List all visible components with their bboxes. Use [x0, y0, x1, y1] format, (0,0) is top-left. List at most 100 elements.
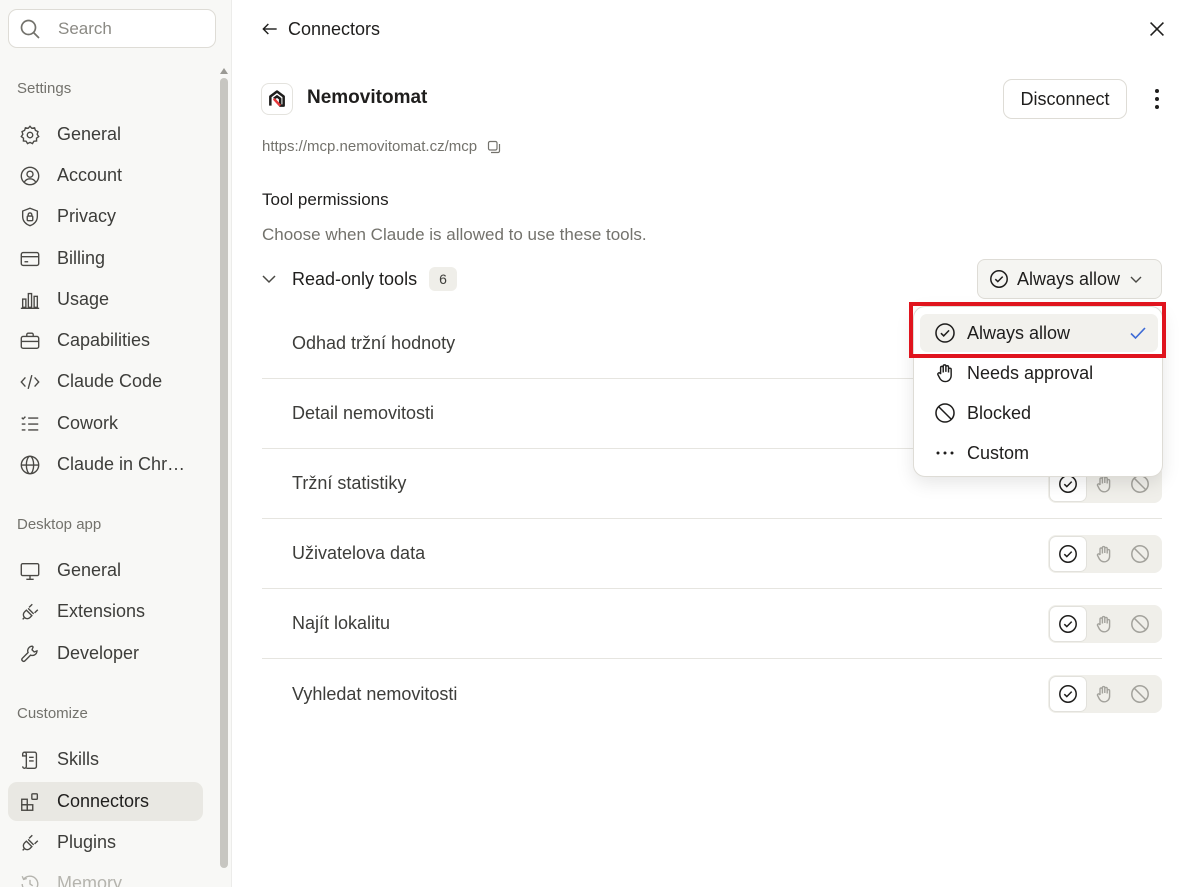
needs-approval-option[interactable] — [1086, 677, 1122, 711]
check-circle-icon — [934, 322, 956, 344]
code-icon — [19, 371, 41, 393]
check-circle-icon — [1058, 614, 1078, 634]
sidebar-item-privacy[interactable]: Privacy — [8, 197, 203, 236]
sidebar-scrollbar[interactable] — [219, 66, 229, 887]
sidebar-item-extensions[interactable]: Extensions — [8, 592, 203, 631]
group-permission-select[interactable]: Always allow — [977, 259, 1162, 299]
menu-item-custom[interactable]: Custom — [920, 434, 1158, 472]
sidebar-item-label: Developer — [57, 643, 140, 663]
hand-icon — [1094, 544, 1114, 564]
sidebar-item-connectors[interactable]: Connectors — [8, 782, 203, 821]
section-label-settings: Settings — [17, 80, 72, 97]
tool-permission-segmented — [1048, 675, 1162, 713]
sidebar-item-label: Skills — [57, 749, 100, 769]
always-allow-option[interactable] — [1050, 536, 1086, 571]
copy-icon[interactable] — [486, 139, 502, 155]
briefcase-icon — [19, 330, 41, 352]
menu-item-label: Needs approval — [967, 362, 1094, 383]
back-to-connectors-link[interactable]: Connectors — [260, 16, 380, 42]
close-icon[interactable] — [1146, 18, 1168, 40]
history-icon — [19, 873, 41, 887]
shield-lock-icon — [19, 206, 41, 228]
sidebar-item-general[interactable]: General — [8, 115, 203, 154]
back-link-label: Connectors — [288, 18, 381, 39]
menu-item-label: Blocked — [967, 402, 1032, 423]
checkmark-icon — [1128, 323, 1148, 343]
sidebar-item-developer[interactable]: Developer — [8, 634, 203, 673]
tool-permissions-title: Tool permissions — [262, 190, 389, 209]
blocked-icon — [1130, 544, 1150, 564]
check-circle-icon — [1058, 544, 1078, 564]
search-input[interactable]: Search — [8, 9, 216, 48]
sidebar-item-label: Privacy — [57, 206, 117, 226]
sidebar-item-usage[interactable]: Usage — [8, 280, 203, 319]
tool-count-badge: 6 — [429, 267, 458, 291]
sidebar-item-label: Memory — [57, 873, 123, 887]
monitor-icon — [19, 560, 41, 582]
nemovitomat-logo-icon — [269, 90, 285, 107]
sidebar-item-label: General — [57, 560, 122, 580]
sidebar-item-billing[interactable]: Billing — [8, 239, 203, 278]
blocked-option[interactable] — [1122, 677, 1158, 711]
needs-approval-option[interactable] — [1086, 607, 1122, 641]
sidebar-item-memory[interactable]: Memory — [8, 864, 203, 887]
plug-icon — [19, 601, 41, 623]
disconnect-button[interactable]: Disconnect — [1003, 79, 1127, 119]
search-icon — [18, 17, 42, 41]
tool-name: Detail nemovitosti — [292, 403, 435, 423]
sidebar-item-plugins[interactable]: Plugins — [8, 823, 203, 862]
sidebar-item-cowork[interactable]: Cowork — [8, 404, 203, 443]
needs-approval-option[interactable] — [1086, 537, 1122, 571]
menu-item-always-allow[interactable]: Always allow — [920, 314, 1158, 352]
sidebar-item-claude-code[interactable]: Claude Code — [8, 362, 203, 401]
tool-row: Uživatelova data — [262, 519, 1162, 589]
scroll-up-arrow-icon[interactable] — [219, 66, 229, 76]
menu-item-blocked[interactable]: Blocked — [920, 394, 1158, 432]
always-allow-option[interactable] — [1050, 677, 1086, 711]
blocked-option[interactable] — [1122, 607, 1158, 641]
connector-name: Nemovitomat — [307, 87, 428, 108]
hand-icon — [934, 362, 956, 384]
tool-name: Odhad tržní hodnoty — [292, 333, 456, 353]
sidebar-item-label: Claude in Chr… — [57, 454, 186, 474]
sidebar-item-capabilities[interactable]: Capabilities — [8, 321, 203, 360]
search-placeholder: Search — [58, 18, 112, 38]
blocked-option[interactable] — [1122, 537, 1158, 571]
arrow-left-icon — [260, 19, 280, 39]
tool-permissions-description: Choose when Claude is allowed to use the… — [262, 225, 647, 244]
sidebar-item-desktop-general[interactable]: General — [8, 551, 203, 590]
grid-plus-icon — [19, 791, 41, 813]
read-only-tools-toggle[interactable]: Read-only tools 6 — [260, 264, 458, 294]
ellipsis-icon — [934, 442, 956, 464]
more-options-icon[interactable] — [1145, 86, 1169, 112]
section-label-customize: Customize — [17, 705, 88, 722]
blocked-icon — [1130, 614, 1150, 634]
tool-permission-segmented — [1048, 534, 1162, 573]
sidebar-item-label: Usage — [57, 289, 110, 309]
sidebar-item-account[interactable]: Account — [8, 156, 203, 195]
sidebar-item-label: General — [57, 124, 122, 144]
wrench-icon — [19, 643, 41, 665]
connector-detail-panel: Connectors Nemovitomat Disconnect https:… — [233, 0, 1182, 887]
checklist-icon — [19, 413, 41, 435]
blocked-icon — [934, 402, 956, 424]
menu-item-label: Custom — [967, 442, 1030, 463]
chevron-down-icon — [1129, 272, 1143, 286]
sidebar-item-label: Capabilities — [57, 330, 151, 350]
chevron-down-icon — [260, 270, 278, 288]
sidebar-item-skills[interactable]: Skills — [8, 740, 203, 779]
connector-url: https://mcp.nemovitomat.cz/mcp — [262, 138, 502, 155]
sidebar-item-claude-in-chrome[interactable]: Claude in Chr… — [8, 445, 203, 484]
sidebar-item-label: Cowork — [57, 413, 119, 433]
plug-icon — [19, 832, 41, 854]
section-label-desktop: Desktop app — [17, 516, 102, 533]
tool-name: Uživatelova data — [292, 543, 426, 563]
always-allow-option[interactable] — [1050, 606, 1086, 641]
tool-permission-segmented — [1048, 604, 1162, 643]
sidebar-scrollbar-thumb[interactable] — [220, 78, 228, 868]
tool-name: Vyhledat nemovitosti — [292, 683, 458, 704]
sidebar-item-label: Account — [57, 165, 123, 185]
credit-card-icon — [19, 248, 41, 270]
menu-item-needs-approval[interactable]: Needs approval — [920, 354, 1158, 392]
sidebar-item-label: Plugins — [57, 832, 117, 852]
